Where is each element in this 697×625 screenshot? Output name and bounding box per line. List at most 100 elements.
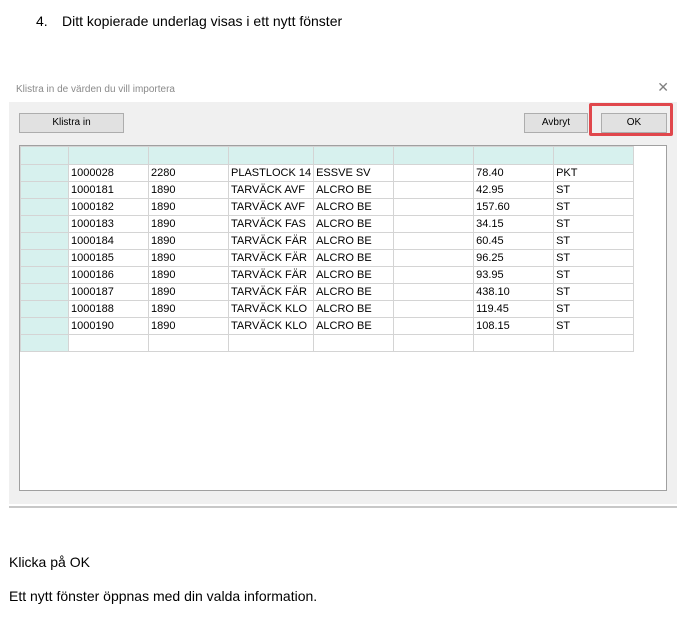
table-cell[interactable]: 1000181 <box>68 181 149 199</box>
table-cell[interactable]: 1000186 <box>68 266 149 284</box>
column-header[interactable] <box>473 146 555 165</box>
table-cell[interactable]: ALCRO BE <box>313 249 395 267</box>
table-cell[interactable]: 96.25 <box>473 249 555 267</box>
table-cell[interactable]: 1890 <box>148 232 229 250</box>
table-cell[interactable] <box>393 232 475 250</box>
table-cell[interactable]: TARVÄCK KLO <box>227 317 315 335</box>
table-cell[interactable]: 1000184 <box>68 232 149 250</box>
table-cell[interactable]: 438.10 <box>473 283 555 301</box>
row-header[interactable] <box>20 317 69 335</box>
table-cell[interactable]: 93.95 <box>473 266 555 284</box>
row-header[interactable] <box>20 334 69 352</box>
row-header[interactable] <box>20 164 69 182</box>
ok-button[interactable]: OK <box>601 113 667 133</box>
table-cell[interactable]: ST <box>553 198 635 216</box>
table-cell[interactable] <box>393 300 475 318</box>
row-header[interactable] <box>20 232 69 250</box>
table-cell[interactable]: 119.45 <box>473 300 555 318</box>
table-cell[interactable] <box>393 215 475 233</box>
table-cell[interactable]: ALCRO BE <box>313 198 395 216</box>
table-cell[interactable]: PLASTLOCK 14 <box>227 164 315 182</box>
row-header[interactable] <box>20 198 69 216</box>
table-cell[interactable] <box>393 283 475 301</box>
table-cell[interactable]: 1000190 <box>68 317 149 335</box>
table-cell[interactable]: 1890 <box>148 181 229 199</box>
table-cell[interactable]: 34.15 <box>473 215 555 233</box>
table-cell[interactable]: TARVÄCK AVF <box>227 181 315 199</box>
table-cell[interactable]: 1890 <box>148 198 229 216</box>
table-cell[interactable]: 1000183 <box>68 215 149 233</box>
row-header[interactable] <box>20 266 69 284</box>
row-header[interactable] <box>20 181 69 199</box>
table-cell[interactable]: ST <box>553 232 635 250</box>
table-cell[interactable]: ST <box>553 283 635 301</box>
table-cell[interactable]: TARVÄCK FÄR <box>227 249 315 267</box>
row-header[interactable] <box>20 249 69 267</box>
table-cell[interactable]: 60.45 <box>473 232 555 250</box>
table-cell[interactable] <box>473 334 555 352</box>
table-cell[interactable]: ST <box>553 317 635 335</box>
table-cell[interactable]: ESSVE SV <box>313 164 395 182</box>
column-header[interactable] <box>227 146 315 165</box>
column-header[interactable] <box>393 146 475 165</box>
table-cell[interactable]: ALCRO BE <box>313 283 395 301</box>
data-grid[interactable]: 1000028 2280 PLASTLOCK 14 ESSVE SV 78.40 PKT 1… <box>19 145 667 491</box>
table-cell[interactable]: 1890 <box>148 283 229 301</box>
table-cell[interactable]: ST <box>553 300 635 318</box>
table-cell[interactable]: ST <box>553 266 635 284</box>
table-cell[interactable]: TARVÄCK AVF <box>227 198 315 216</box>
table-cell[interactable] <box>393 334 475 352</box>
table-cell[interactable]: ALCRO BE <box>313 300 395 318</box>
table-cell[interactable]: TARVÄCK FÄR <box>227 283 315 301</box>
table-cell[interactable]: 78.40 <box>473 164 555 182</box>
table-cell[interactable]: ST <box>553 249 635 267</box>
table-cell[interactable] <box>393 249 475 267</box>
corner-cell[interactable] <box>20 146 69 165</box>
table-cell[interactable]: 1890 <box>148 300 229 318</box>
table-cell[interactable]: 1000028 <box>68 164 149 182</box>
table-cell[interactable] <box>393 317 475 335</box>
paste-button[interactable]: Klistra in <box>19 113 124 133</box>
table-cell[interactable]: 1890 <box>148 215 229 233</box>
table-cell[interactable]: TARVÄCK KLO <box>227 300 315 318</box>
table-cell[interactable]: 1000188 <box>68 300 149 318</box>
table-cell[interactable]: ST <box>553 181 635 199</box>
table-cell[interactable] <box>68 334 149 352</box>
table-cell[interactable]: 1000182 <box>68 198 149 216</box>
table-cell[interactable]: PKT <box>553 164 635 182</box>
column-header[interactable] <box>313 146 395 165</box>
table-cell[interactable] <box>393 164 475 182</box>
table-cell[interactable]: TARVÄCK FÄR <box>227 266 315 284</box>
table-cell[interactable]: TARVÄCK FÄR <box>227 232 315 250</box>
table-cell[interactable]: 1890 <box>148 249 229 267</box>
row-header[interactable] <box>20 283 69 301</box>
table-cell[interactable]: TARVÄCK FAS <box>227 215 315 233</box>
table-cell[interactable] <box>393 266 475 284</box>
table-cell[interactable]: 1000185 <box>68 249 149 267</box>
cancel-button[interactable]: Avbryt <box>524 113 588 133</box>
table-cell[interactable]: 157.60 <box>473 198 555 216</box>
column-header[interactable] <box>68 146 149 165</box>
table-cell[interactable]: ST <box>553 215 635 233</box>
table-cell[interactable]: ALCRO BE <box>313 215 395 233</box>
row-header[interactable] <box>20 300 69 318</box>
table-cell[interactable]: ALCRO BE <box>313 266 395 284</box>
table-cell[interactable] <box>148 334 229 352</box>
table-cell[interactable]: 42.95 <box>473 181 555 199</box>
table-cell[interactable]: ALCRO BE <box>313 181 395 199</box>
table-cell[interactable]: 1000187 <box>68 283 149 301</box>
table-cell[interactable] <box>313 334 395 352</box>
table-cell[interactable] <box>393 181 475 199</box>
column-header[interactable] <box>148 146 229 165</box>
table-cell[interactable] <box>553 334 635 352</box>
table-cell[interactable]: 1890 <box>148 317 229 335</box>
row-header[interactable] <box>20 215 69 233</box>
table-cell[interactable] <box>227 334 315 352</box>
table-cell[interactable] <box>393 198 475 216</box>
close-icon[interactable]: ✕ <box>657 79 669 96</box>
table-cell[interactable]: 1890 <box>148 266 229 284</box>
table-cell[interactable]: 2280 <box>148 164 229 182</box>
column-header[interactable] <box>553 146 635 165</box>
table-cell[interactable]: 108.15 <box>473 317 555 335</box>
table-cell[interactable]: ALCRO BE <box>313 317 395 335</box>
